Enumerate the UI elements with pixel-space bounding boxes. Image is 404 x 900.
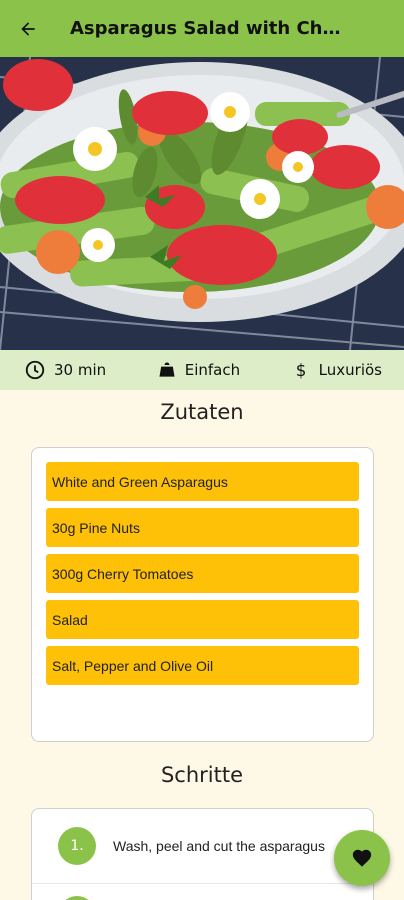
duration-text: 30 min [54,361,107,379]
svg-text:$: $ [295,361,306,380]
weight-icon [159,362,175,377]
step-item: 1. Wash, peel and cut the asparagus [32,809,373,884]
ingredient-item: White and Green Asparagus [46,462,359,501]
complexity-info: Einfach [157,360,240,380]
page-title: Asparagus Salad with Cherry Tomatoes [70,18,346,39]
recipe-meta-bar: 30 min Einfach $ Luxuriös [0,350,404,390]
ingredient-item: 30g Pine Nuts [46,508,359,547]
ingredients-heading: Zutaten [160,400,244,424]
step-number: 1. [58,827,96,865]
step-number [58,896,96,900]
steps-heading: Schritte [160,763,244,787]
favorite-button[interactable] [334,830,390,886]
step-item [32,884,373,900]
app-bar: Asparagus Salad with Cherry Tomatoes [0,0,404,57]
complexity-text: Einfach [184,361,241,379]
ingredient-item: Salt, Pepper and Olive Oil [46,646,359,685]
clock-icon [25,360,45,380]
ingredients-card: White and Green Asparagus 30g Pine Nuts … [31,447,374,742]
dollar-icon: $ [295,361,306,380]
affordability-info: $ Luxuriös [291,359,382,381]
steps-card: 1. Wash, peel and cut the asparagus [31,808,374,900]
ingredient-item: 300g Cherry Tomatoes [46,554,359,593]
duration-info: 30 min [24,359,106,381]
recipe-image [0,57,404,350]
affordability-text: Luxuriös [318,361,382,379]
arrow-back-icon [21,21,35,36]
step-text: Wash, peel and cut the asparagus [113,838,325,854]
heart-icon [352,849,372,867]
back-button[interactable] [0,0,56,57]
ingredient-item: Salad [46,600,359,639]
